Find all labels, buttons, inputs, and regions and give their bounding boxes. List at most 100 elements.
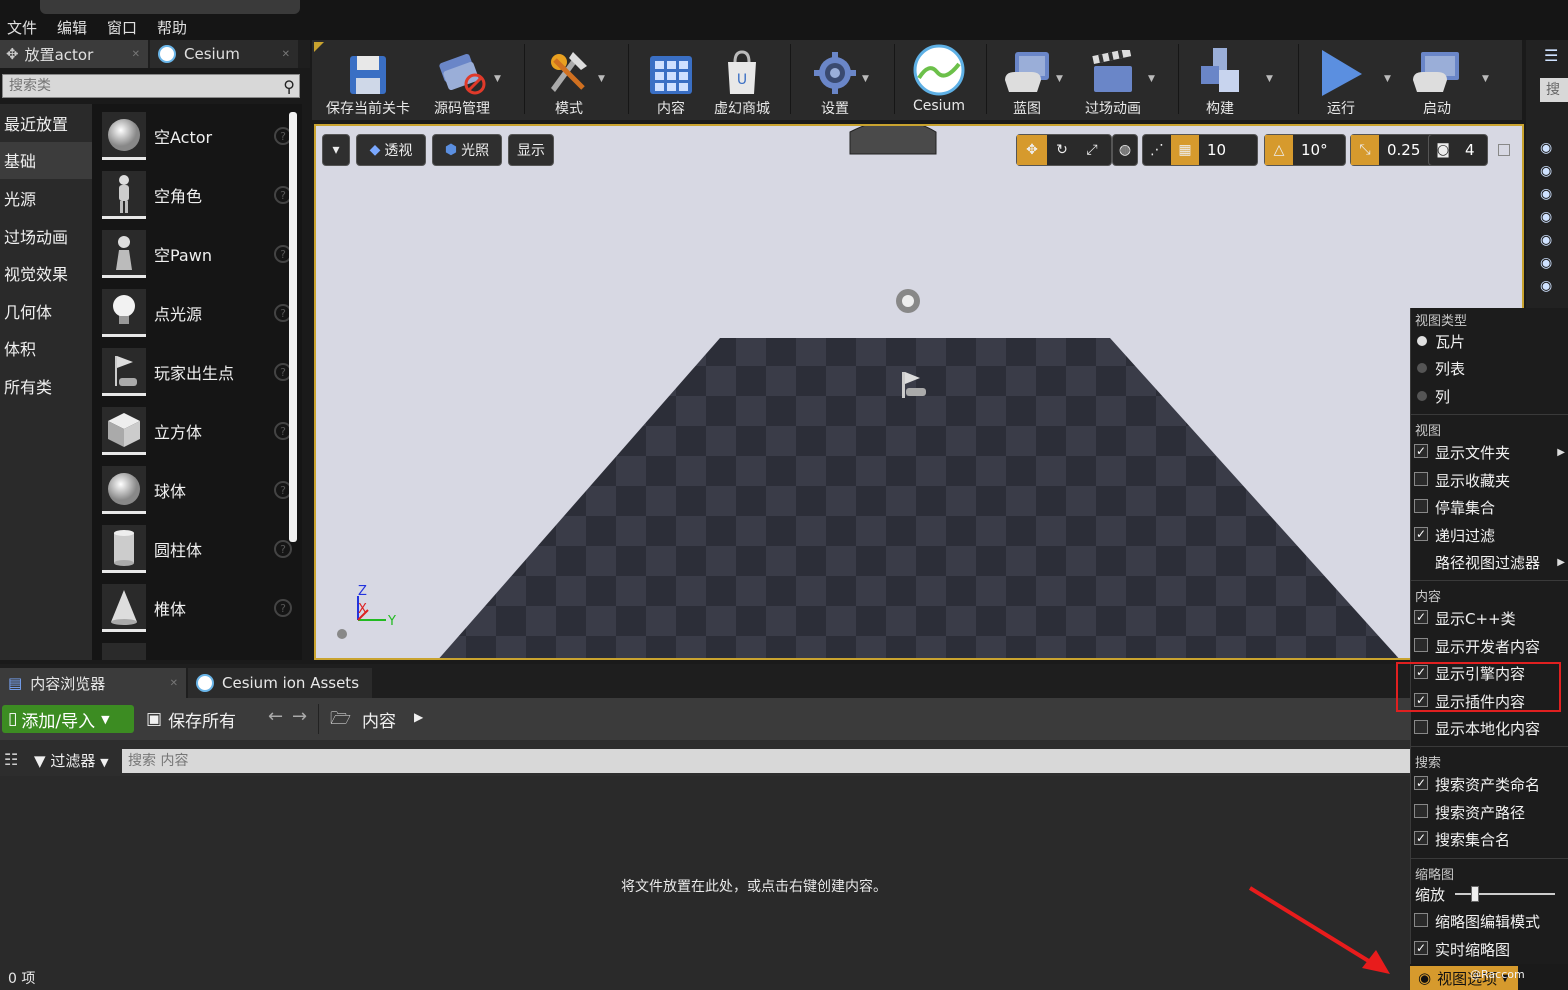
build-button[interactable]: 构建 — [1188, 40, 1252, 118]
level-tab[interactable] — [40, 0, 300, 14]
translate-icon[interactable]: ✥ — [1017, 135, 1047, 165]
content-button[interactable]: 内容 — [636, 40, 706, 118]
category-visual-effects[interactable]: 视觉效果 — [0, 254, 92, 292]
surface-snap-icon[interactable]: ⋰ — [1143, 135, 1171, 165]
category-lights[interactable]: 光源 — [0, 179, 92, 217]
scale-snap-icon[interactable]: ⤡ — [1351, 135, 1379, 165]
items-scrollbar[interactable] — [289, 112, 297, 542]
content-search-input[interactable]: 搜索 内容 — [122, 749, 1410, 773]
modes-button[interactable]: 模式 — [532, 40, 606, 118]
path-breadcrumb[interactable]: 内容 — [362, 707, 396, 732]
settings-button[interactable]: 设置 — [800, 40, 870, 118]
list-item[interactable]: 椎体 ? — [102, 582, 292, 634]
show-folders[interactable]: ✓ 显示文件夹 ▶ — [1411, 439, 1568, 465]
list-item[interactable] — [102, 641, 292, 660]
grid-snap-icon[interactable]: ▦ — [1171, 135, 1199, 165]
visibility-eye-icon[interactable]: ◉ — [1540, 140, 1562, 156]
recursive-filter[interactable]: ✓ 递归过滤 — [1411, 522, 1568, 548]
category-all-classes[interactable]: 所有类 — [0, 367, 92, 405]
outliner-icon[interactable]: ☰ — [1544, 46, 1558, 65]
visibility-eye-icon[interactable]: ◉ — [1540, 163, 1562, 179]
close-icon[interactable]: ✕ — [132, 49, 140, 60]
marketplace-button[interactable]: U 虚幻商城 — [708, 40, 776, 118]
launch-button[interactable]: 启动 — [1402, 40, 1472, 118]
list-item[interactable]: 球体 ? — [102, 464, 292, 516]
globe-icon[interactable]: ◍ — [1113, 135, 1137, 165]
close-icon[interactable]: ✕ — [282, 49, 290, 60]
dock-collections[interactable]: 停靠集合 — [1411, 494, 1568, 520]
class-search-input[interactable] — [3, 75, 273, 97]
search-icon[interactable]: ⚲ — [283, 77, 295, 96]
list-item[interactable]: 空Actor ? — [102, 110, 292, 162]
scale-snap-value[interactable]: 0.25 — [1379, 141, 1428, 159]
chevron-down-icon[interactable]: ▼ — [598, 74, 605, 84]
realtime-thumbnails[interactable]: ✓ 实时缩略图 — [1411, 936, 1568, 962]
show-developer-content[interactable]: 显示开发者内容 — [1411, 633, 1568, 659]
forward-arrow-icon[interactable]: → — [292, 706, 307, 727]
close-icon[interactable]: ✕ — [170, 678, 178, 689]
level-viewport[interactable]: Z X Y ▾ ◆ 透视 ⬢ 光照 显示 ✥ ↻ ⤢ ◍ ⋰ ▦ 10 △ 10… — [314, 124, 1524, 660]
view-type-list[interactable]: 列表 — [1411, 355, 1568, 381]
chevron-down-icon[interactable]: ▼ — [494, 74, 501, 84]
chevron-right-icon[interactable]: ▶ — [414, 710, 423, 724]
rotation-snap-icon[interactable]: △ — [1265, 135, 1293, 165]
save-level-button[interactable]: 保存当前关卡 — [320, 40, 416, 118]
visibility-eye-icon[interactable]: ◉ — [1540, 232, 1562, 248]
lighting-button[interactable]: ⬢ 光照 — [432, 134, 502, 166]
filters-button[interactable]: ▼ 过滤器 ▼ — [34, 750, 109, 771]
menu-edit[interactable]: 编辑 — [50, 17, 100, 38]
rotation-snap-value[interactable]: 10° — [1293, 141, 1336, 159]
chevron-down-icon[interactable]: ▼ — [1148, 74, 1155, 84]
blueprints-button[interactable]: 蓝图 — [996, 40, 1058, 118]
chevron-down-icon[interactable]: ▼ — [1266, 74, 1273, 84]
category-cinematic[interactable]: 过场动画 — [0, 217, 92, 255]
sources-panel-icon[interactable]: ☷ — [4, 750, 18, 769]
list-item[interactable]: 立方体 ? — [102, 405, 292, 457]
play-button[interactable]: 运行 — [1306, 40, 1376, 118]
visibility-eye-icon[interactable]: ◉ — [1540, 278, 1562, 294]
list-item[interactable]: 空Pawn ? — [102, 228, 292, 280]
perspective-button[interactable]: ◆ 透视 — [356, 134, 426, 166]
chevron-down-icon[interactable]: ▼ — [1482, 74, 1489, 84]
zoom-slider-track[interactable] — [1455, 893, 1555, 895]
back-arrow-icon[interactable]: ← — [268, 706, 283, 727]
maximize-icon[interactable] — [1498, 144, 1510, 156]
thumbnail-edit-mode[interactable]: 缩略图编辑模式 — [1411, 908, 1568, 934]
search-collection-names[interactable]: ✓ 搜索集合名 — [1411, 826, 1568, 852]
tab-place-actor[interactable]: ✥ 放置actor ✕ — [0, 40, 148, 68]
category-geometry[interactable]: 几何体 — [0, 292, 92, 330]
show-favorites[interactable]: 显示收藏夹 — [1411, 467, 1568, 493]
visibility-eye-icon[interactable]: ◉ — [1540, 186, 1562, 202]
rotate-icon[interactable]: ↻ — [1047, 135, 1077, 165]
zoom-slider-handle[interactable] — [1471, 886, 1479, 902]
tab-content-browser[interactable]: ▤ 内容浏览器 ✕ — [0, 668, 186, 698]
search-asset-path[interactable]: 搜索资产路径 — [1411, 799, 1568, 825]
camera-speed-value[interactable]: 4 — [1457, 141, 1483, 159]
view-type-columns[interactable]: 列 — [1411, 383, 1568, 409]
visibility-eye-icon[interactable]: ◉ — [1540, 255, 1562, 271]
cesium-button[interactable]: Cesium — [904, 40, 974, 118]
list-item[interactable]: 玩家出生点 ? — [102, 346, 292, 398]
cinematics-button[interactable]: 过场动画 — [1078, 40, 1148, 118]
chevron-down-icon[interactable]: ▼ — [862, 74, 869, 84]
view-type-tiles[interactable]: 瓦片 — [1411, 328, 1568, 354]
visibility-eye-icon[interactable]: ◉ — [1540, 209, 1562, 225]
source-control-button[interactable]: 源码管理 — [424, 40, 500, 118]
outliner-search[interactable]: 搜索 — [1540, 78, 1568, 102]
menu-window[interactable]: 窗口 — [100, 17, 150, 38]
tab-cesium[interactable]: Cesium ✕ — [150, 40, 298, 68]
help-icon[interactable]: ? — [274, 599, 292, 617]
grid-snap-value[interactable]: 10 — [1199, 141, 1234, 159]
scale-icon[interactable]: ⤢ — [1077, 135, 1107, 165]
list-item[interactable]: 点光源 ? — [102, 287, 292, 339]
chevron-down-icon[interactable]: ▼ — [1384, 74, 1391, 84]
category-basic[interactable]: 基础 — [0, 141, 92, 180]
menu-help[interactable]: 帮助 — [150, 17, 200, 38]
category-recent[interactable]: 最近放置 — [0, 104, 92, 142]
show-localized-content[interactable]: 显示本地化内容 — [1411, 715, 1568, 741]
search-asset-class-names[interactable]: ✓ 搜索资产类命名 — [1411, 771, 1568, 797]
viewport-menu-button[interactable]: ▾ — [322, 134, 350, 166]
menu-file[interactable]: 文件 — [0, 17, 50, 38]
save-all-button[interactable]: ▣ 保存所有 — [146, 705, 236, 733]
show-cpp-classes[interactable]: ✓ 显示C++类 — [1411, 605, 1568, 631]
